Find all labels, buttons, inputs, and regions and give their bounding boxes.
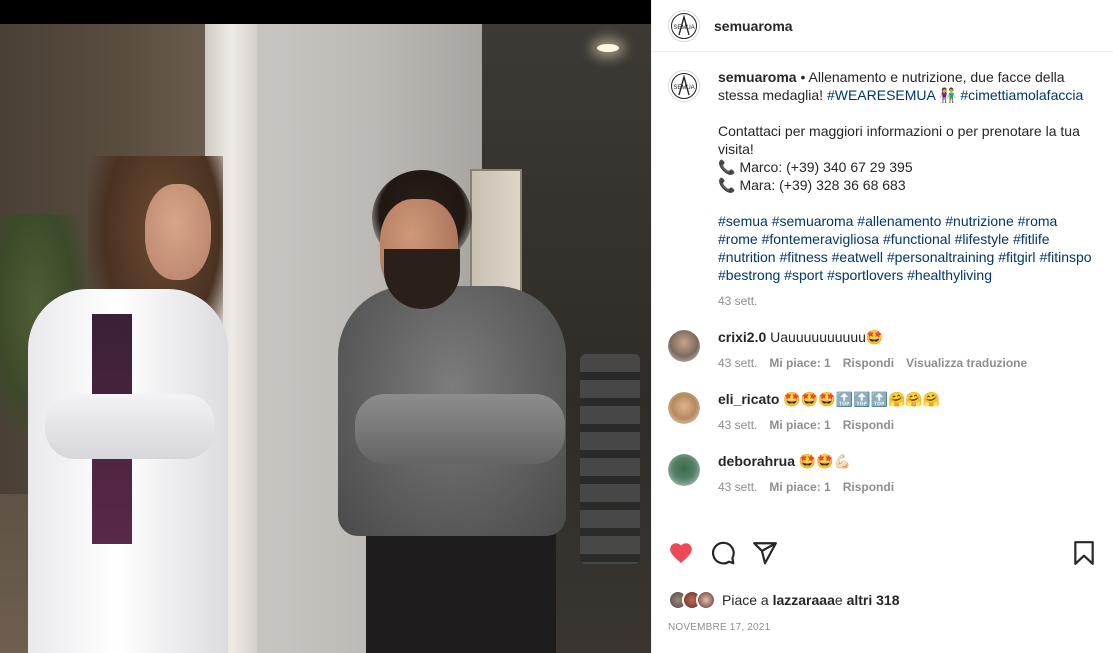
avatar[interactable] xyxy=(668,330,700,362)
comment-time[interactable]: 43 sett. xyxy=(718,356,757,370)
comments-section: SEMUA semuaroma • Allenamento e nutrizio… xyxy=(652,52,1113,530)
avatar[interactable]: SEMUA xyxy=(668,9,700,42)
hashtag-link[interactable]: #bestrong xyxy=(718,267,780,283)
hashtag-link[interactable]: #fitness xyxy=(779,249,827,265)
caption-author[interactable]: semuaroma xyxy=(718,69,797,85)
post-photo[interactable] xyxy=(0,0,651,653)
hashtag-link[interactable]: #functional xyxy=(883,231,951,247)
post-details-panel: SEMUA semuaroma SEMUA semuaroma • Allena… xyxy=(651,0,1113,653)
avatar[interactable] xyxy=(668,454,700,486)
comment: crixi2.0 Uauuuuuuuuuu🤩 43 sett. Mi piace:… xyxy=(668,328,1097,372)
comment: deborahrua 🤩🤩💪🏻 43 sett. Mi piace: 1 Rispo… xyxy=(668,452,1097,496)
header-username[interactable]: semuaroma xyxy=(714,18,793,34)
hashtag-link[interactable]: #lifestyle xyxy=(955,231,1009,247)
post-image xyxy=(0,24,651,653)
phone-icon: 📞 xyxy=(718,159,736,175)
comment-likes[interactable]: Mi piace: 1 xyxy=(769,480,830,494)
hashtag-link[interactable]: #cimettiamolafaccia xyxy=(960,87,1083,103)
comment-likes[interactable]: Mi piace: 1 xyxy=(769,356,830,370)
caption: SEMUA semuaroma • Allenamento e nutrizio… xyxy=(668,68,1097,310)
hashtag-link[interactable]: #sportlovers xyxy=(827,267,903,283)
hashtag-link[interactable]: #healthyliving xyxy=(907,267,992,283)
phone-icon: 📞 xyxy=(718,177,736,193)
hashtag-link[interactable]: #fitinspo xyxy=(1039,249,1091,265)
comment-username[interactable]: eli_ricato xyxy=(718,391,779,407)
avatar[interactable] xyxy=(696,590,716,610)
phone-mara: Mara: (+39) 328 36 68 683 xyxy=(739,177,906,193)
hashtag-link[interactable]: #WEARESEMUA xyxy=(827,87,935,103)
comment-text: 🤩🤩💪🏻 xyxy=(798,453,852,469)
reply-button[interactable]: Rispondi xyxy=(843,480,894,494)
comment-likes[interactable]: Mi piace: 1 xyxy=(769,418,830,432)
hashtag-link[interactable]: #nutrizione xyxy=(945,213,1014,229)
hashtag-link[interactable]: #roma xyxy=(1018,213,1058,229)
caption-time[interactable]: 43 sett. xyxy=(718,294,757,308)
hashtag-link[interactable]: #fontemeravigliosa xyxy=(762,231,880,247)
comment: eli_ricato 🤩🤩🤩🔝🔝🔝🤗🤗🤗 43 sett. Mi piace: 1… xyxy=(668,390,1097,434)
liked-by-user[interactable]: lazzaraaa xyxy=(773,592,835,608)
bookmark-icon[interactable] xyxy=(1071,540,1097,566)
svg-text:SEMUA: SEMUA xyxy=(673,85,694,91)
reply-button[interactable]: Rispondi xyxy=(843,356,894,370)
hashtag-link[interactable]: #fitgirl xyxy=(998,249,1035,265)
avatar[interactable]: SEMUA xyxy=(668,70,700,102)
action-bar xyxy=(668,540,778,566)
hashtag-link[interactable]: #sport xyxy=(784,267,823,283)
semua-logo-icon: SEMUA xyxy=(671,73,697,99)
share-icon[interactable] xyxy=(752,540,778,566)
svg-text:SEMUA: SEMUA xyxy=(673,25,694,31)
comment-text: Uauuuuuuuuuu🤩 xyxy=(770,329,884,345)
hashtag-link[interactable]: #personaltraining xyxy=(887,249,994,265)
comment-time[interactable]: 43 sett. xyxy=(718,418,757,432)
hashtag-link[interactable]: #allenamento xyxy=(857,213,941,229)
hashtag-link[interactable]: #semuaroma xyxy=(772,213,854,229)
likes-others-link[interactable]: altri 318 xyxy=(847,592,900,608)
hashtag-list: #semua #semuaroma #allenamento #nutrizio… xyxy=(718,212,1097,284)
translate-button[interactable]: Visualizza traduzione xyxy=(906,356,1027,370)
avatar[interactable] xyxy=(668,392,700,424)
phone-marco: Marco: (+39) 340 67 29 395 xyxy=(739,159,913,175)
post-header: SEMUA semuaroma xyxy=(652,0,1113,52)
post-date[interactable]: NOVEMBRE 17, 2021 xyxy=(668,622,770,633)
comment-username[interactable]: crixi2.0 xyxy=(718,329,766,345)
hashtag-link[interactable]: #eatwell xyxy=(832,249,883,265)
comment-icon[interactable] xyxy=(710,540,736,566)
semua-logo-icon: SEMUA xyxy=(671,12,697,39)
caption-contact-text: Contattaci per maggiori informazioni o p… xyxy=(718,123,1080,157)
reply-button[interactable]: Rispondi xyxy=(843,418,894,432)
hashtag-link[interactable]: #nutrition xyxy=(718,249,776,265)
likes-summary: Piace a lazzaraaa e altri 318 xyxy=(668,590,900,610)
hashtag-link[interactable]: #rome xyxy=(718,231,758,247)
hashtag-link[interactable]: #semua xyxy=(718,213,768,229)
comment-username[interactable]: deborahrua xyxy=(718,453,795,469)
hashtag-link[interactable]: #fitlife xyxy=(1013,231,1050,247)
heart-icon[interactable] xyxy=(668,540,694,566)
comment-time[interactable]: 43 sett. xyxy=(718,480,757,494)
comment-text: 🤩🤩🤩🔝🔝🔝🤗🤗🤗 xyxy=(783,391,941,407)
